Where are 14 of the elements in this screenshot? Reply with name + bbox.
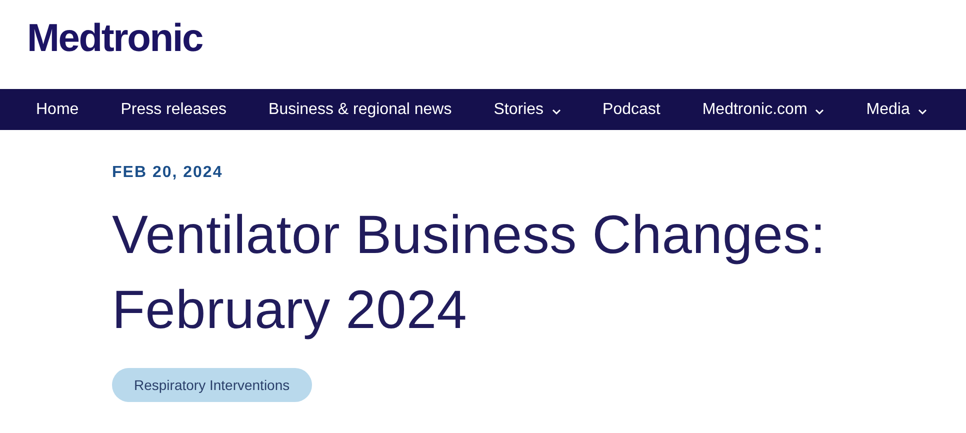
chevron-down-icon (918, 108, 927, 114)
nav-link[interactable]: Home (36, 100, 79, 118)
tag-chip[interactable]: Respiratory Interventions (112, 368, 312, 402)
nav-link[interactable]: Medtronic.com (702, 100, 824, 118)
nav-link[interactable]: Business & regional news (268, 100, 452, 118)
nav-link[interactable]: Stories (494, 100, 561, 118)
nav-link[interactable]: Podcast (602, 100, 660, 118)
chevron-down-icon (552, 108, 561, 114)
nav-link[interactable]: Media (866, 100, 927, 118)
logo[interactable]: Medtronic (27, 16, 203, 60)
chevron-down-icon (815, 108, 824, 114)
nav-link[interactable]: Press releases (120, 100, 227, 118)
article-date: FEB 20, 2024 (112, 164, 224, 182)
article-title: Ventilator Business Changes: February 2024 (112, 204, 827, 342)
